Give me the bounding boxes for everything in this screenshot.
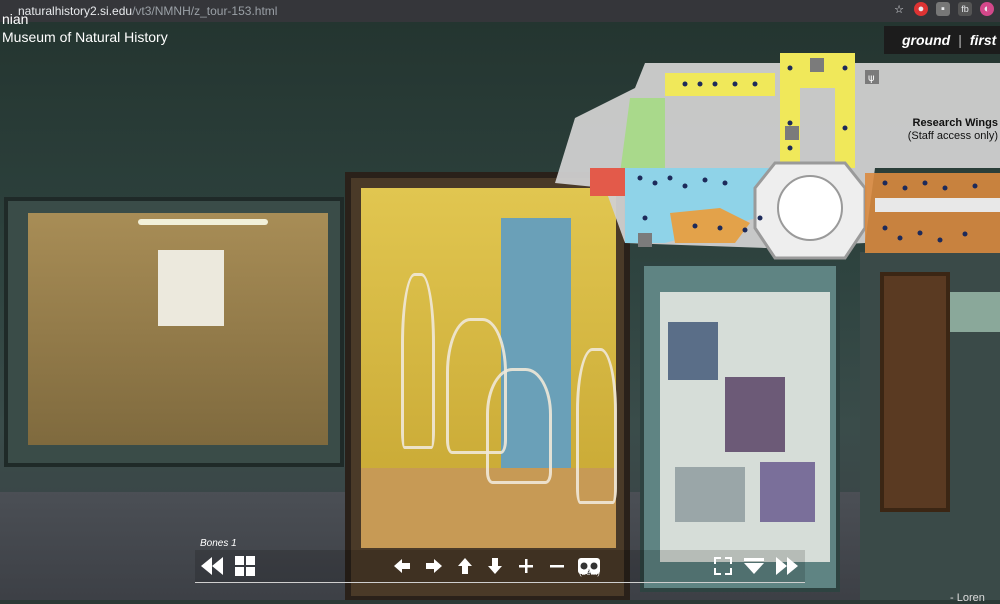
floor-tab-ground[interactable]: ground — [902, 32, 950, 48]
stairs-icon[interactable] — [785, 126, 799, 140]
research-wings-title: Research Wings — [912, 117, 999, 129]
pan-right-button[interactable] — [422, 554, 446, 578]
fullscreen-button[interactable] — [711, 554, 735, 578]
floor-tab-separator: | — [958, 32, 962, 48]
entrance-icon[interactable] — [638, 233, 652, 247]
previous-scene-button[interactable] — [200, 554, 224, 578]
bone-sleuth-sign — [660, 292, 830, 562]
floor-tab-first[interactable]: first — [970, 32, 996, 48]
vr-beta-label: (beta) — [579, 568, 600, 577]
extension-red-icon[interactable]: ● — [914, 2, 928, 16]
right-display-frame — [880, 272, 950, 512]
pan-up-button[interactable] — [453, 554, 477, 578]
extension-gray-icon[interactable]: ▪ — [936, 2, 950, 16]
map-rotunda-center — [777, 175, 843, 241]
zoom-out-button[interactable] — [545, 554, 569, 578]
hide-controls-button[interactable] — [742, 554, 766, 578]
floor-selector: ground | first — [884, 26, 1000, 54]
profile-avatar-icon[interactable]: ◐ — [980, 2, 994, 16]
corridor-opening — [950, 292, 1000, 332]
map-yellow-wing-top[interactable] — [665, 73, 775, 96]
research-wings-label: Research Wings (Staff access only) — [904, 117, 998, 143]
marsupial-display-case — [4, 197, 344, 467]
museum-title-line1: nian — [2, 11, 29, 27]
extension-box-icon[interactable]: fb — [958, 2, 972, 16]
next-scene-button[interactable] — [775, 554, 799, 578]
thumbnails-grid-button[interactable] — [233, 554, 257, 578]
floor-map[interactable]: ψ — [545, 28, 1000, 268]
photo-credit: - Loren — [950, 592, 985, 604]
scene-label: Bones 1 — [200, 538, 237, 549]
pan-left-button[interactable] — [390, 554, 414, 578]
elevator-icon[interactable] — [810, 58, 824, 72]
museum-title-line2: Museum of Natural History — [2, 29, 168, 45]
museum-title: nian Museum of Natural History — [2, 10, 168, 46]
svg-text:ψ: ψ — [868, 73, 875, 84]
tour-toolbar — [195, 550, 805, 583]
research-wings-subtitle: (Staff access only) — [907, 130, 998, 142]
zoom-in-button[interactable] — [514, 554, 538, 578]
map-red-room[interactable] — [590, 168, 625, 196]
browser-extension-icons: ☆ ● ▪ fb ◐ — [892, 2, 994, 16]
pan-down-button[interactable] — [483, 554, 507, 578]
marsupial-placard — [158, 250, 224, 326]
star-icon[interactable]: ☆ — [892, 2, 906, 16]
